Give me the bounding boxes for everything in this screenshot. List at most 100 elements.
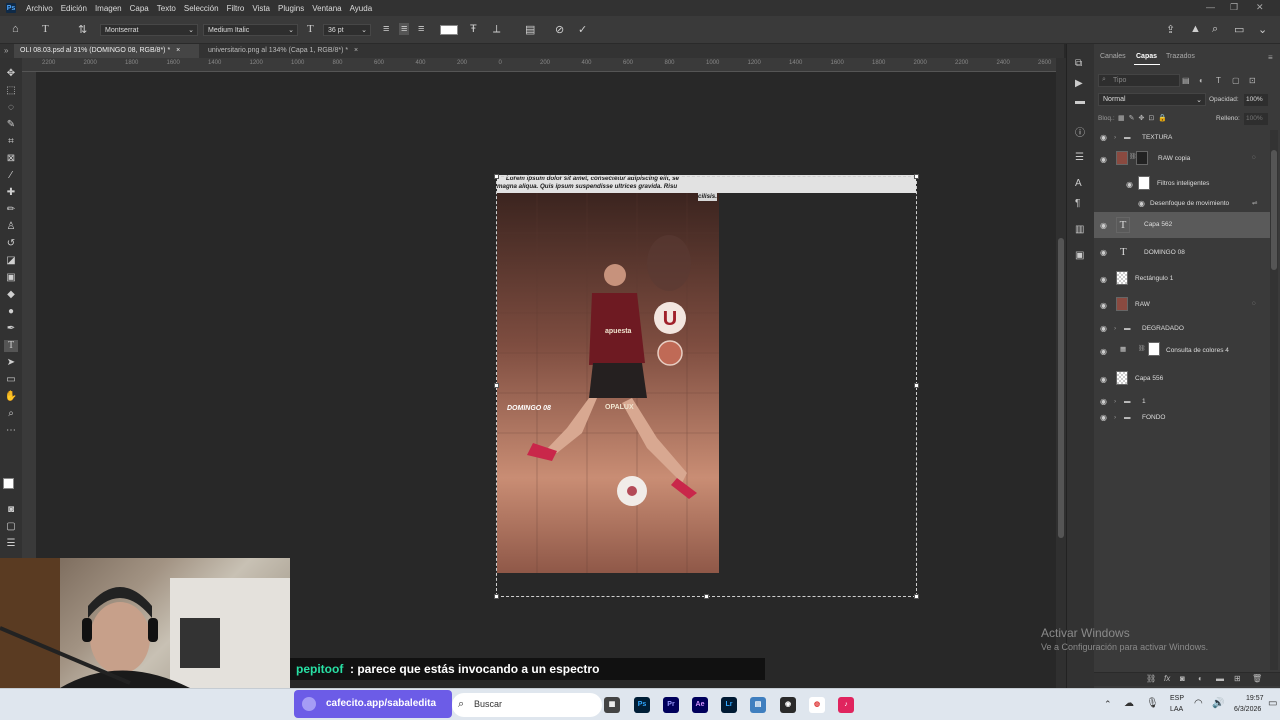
layer-style-icon[interactable]: fx bbox=[1164, 674, 1170, 683]
cafecito-link[interactable]: cafecito.app/sabaledita bbox=[326, 698, 436, 709]
clock-time[interactable]: 19:57 bbox=[1246, 695, 1264, 702]
tab-canales[interactable]: Canales bbox=[1100, 53, 1126, 60]
lock-options-icon[interactable]: ▦✎✥⊡🔒 bbox=[1118, 114, 1171, 122]
layer-search-input[interactable]: ⌕ Tipo bbox=[1098, 74, 1180, 87]
font-family-select[interactable]: Montserrat ⌄ bbox=[100, 24, 198, 36]
menu-imagen[interactable]: Imagen bbox=[91, 4, 126, 13]
quick-select-tool-icon[interactable]: ✎ bbox=[4, 119, 18, 131]
filter-pixel-icon[interactable]: ▤ bbox=[1182, 76, 1190, 85]
language-top[interactable]: ESP bbox=[1170, 695, 1184, 702]
eye-icon[interactable]: ◉ bbox=[1100, 347, 1107, 356]
menu-seleccion[interactable]: Selección bbox=[180, 4, 223, 13]
transform-handle[interactable] bbox=[494, 594, 499, 599]
search-icon[interactable]: ⌕ bbox=[1212, 23, 1218, 36]
transform-handle[interactable] bbox=[914, 383, 919, 388]
adjustment-layer-icon[interactable]: ◐ bbox=[1198, 674, 1203, 683]
libraries-icon[interactable]: ▥ bbox=[1075, 224, 1084, 235]
cancel-icon[interactable]: ⊘ bbox=[555, 23, 564, 36]
share-icon[interactable]: ⇪ bbox=[1166, 23, 1175, 36]
chevron-right-icon[interactable]: › bbox=[1114, 134, 1116, 141]
eye-icon[interactable]: ◉ bbox=[1100, 133, 1107, 142]
menu-texto[interactable]: Texto bbox=[153, 4, 180, 13]
menu-vista[interactable]: Vista bbox=[248, 4, 274, 13]
collapse-arrows-icon[interactable]: » bbox=[4, 46, 8, 55]
transform-handle[interactable] bbox=[494, 383, 499, 388]
app-obs-icon[interactable]: ◉ bbox=[780, 697, 796, 713]
tab-oli-psd[interactable]: OLI 08.03.psd al 31% (DOMINGO 08, RGB/8*… bbox=[14, 44, 199, 58]
pen-tool-icon[interactable]: ✒ bbox=[4, 323, 18, 335]
canvas-scrollbar[interactable] bbox=[1056, 58, 1066, 688]
commit-icon[interactable]: ✓ bbox=[578, 23, 587, 36]
lasso-tool-icon[interactable]: ◌ bbox=[4, 102, 18, 114]
layer-rectangulo-1[interactable]: ◉ Rectángulo 1 bbox=[1094, 268, 1268, 290]
marquee-tool-icon[interactable]: ⬚ bbox=[4, 85, 18, 97]
eye-icon[interactable]: ◉ bbox=[1138, 199, 1145, 208]
menu-capa[interactable]: Capa bbox=[126, 4, 153, 13]
filter-options-icon[interactable]: ⇌ bbox=[1252, 199, 1257, 207]
screen-mode-icon[interactable]: ▢ bbox=[4, 521, 18, 533]
new-layer-icon[interactable]: ⊞ bbox=[1234, 674, 1241, 683]
eye-icon[interactable]: ◉ bbox=[1100, 397, 1107, 406]
tab-universitario[interactable]: universitario.png al 134% (Capa 1, RGB/8… bbox=[202, 44, 382, 58]
text-orientation-icon[interactable]: ⇅ bbox=[78, 23, 87, 36]
move-tool-icon[interactable]: ✥ bbox=[4, 68, 18, 80]
eye-icon[interactable]: ◉ bbox=[1100, 221, 1107, 230]
type-tool-icon[interactable]: T bbox=[4, 340, 18, 352]
eye-icon[interactable]: ◉ bbox=[1100, 324, 1107, 333]
app-after-effects[interactable]: Ae bbox=[692, 697, 708, 713]
minimize-icon[interactable]: — bbox=[1206, 2, 1215, 12]
tab-capas[interactable]: Capas bbox=[1136, 53, 1157, 60]
workspace-icon[interactable]: ▭ bbox=[1234, 23, 1244, 36]
filter-smart-icon[interactable]: ⊡ bbox=[1249, 76, 1256, 85]
transform-handle[interactable] bbox=[914, 594, 919, 599]
eye-icon[interactable]: ◉ bbox=[1100, 413, 1107, 422]
font-size-select[interactable]: 36 pt ⌄ bbox=[323, 24, 371, 36]
menu-ayuda[interactable]: Ayuda bbox=[346, 4, 377, 13]
language-bottom[interactable]: LAA bbox=[1170, 706, 1183, 713]
layer-filtros-inteligentes[interactable]: ◉ Filtros inteligentes bbox=[1094, 174, 1268, 194]
foreground-color-swatch[interactable] bbox=[3, 478, 14, 489]
link-layers-icon[interactable]: ⛓ bbox=[1146, 674, 1156, 683]
menu-archivo[interactable]: Archivo bbox=[22, 4, 57, 13]
history-icon[interactable]: ⧉ bbox=[1075, 58, 1082, 69]
stamp-tool-icon[interactable]: ♙ bbox=[4, 221, 18, 233]
layers-scrollbar[interactable] bbox=[1270, 130, 1278, 670]
3d-text-icon[interactable]: ⟂ bbox=[493, 23, 500, 36]
home-icon[interactable]: ⌂ bbox=[12, 23, 19, 35]
microphone-icon[interactable]: 🎙 bbox=[1146, 698, 1159, 709]
layer-desenfoque[interactable]: ◉ Desenfoque de movimiento ⇌ bbox=[1094, 197, 1268, 209]
warp-text-icon[interactable]: Ŧ bbox=[470, 23, 477, 35]
layer-group-1[interactable]: ◉ › ▬ 1 bbox=[1094, 394, 1268, 408]
text-layer-box[interactable]: Lorem ipsum dolor sit amet, consectetur … bbox=[497, 175, 916, 193]
new-group-icon[interactable]: ▬ bbox=[1216, 674, 1224, 683]
paragraph-icon[interactable]: ¶ bbox=[1075, 198, 1080, 209]
menu-plugins[interactable]: Plugins bbox=[274, 4, 308, 13]
fill-input[interactable]: 100% bbox=[1244, 113, 1268, 125]
layer-textura[interactable]: ◉ › ▬ TEXTURA bbox=[1094, 130, 1268, 144]
transform-handle[interactable] bbox=[914, 174, 919, 179]
gradient-tool-icon[interactable]: ▣ bbox=[4, 272, 18, 284]
menu-filtro[interactable]: Filtro bbox=[223, 4, 249, 13]
eye-icon[interactable]: ◉ bbox=[1100, 155, 1107, 164]
eye-icon[interactable]: ◉ bbox=[1100, 275, 1107, 284]
actions-play-icon[interactable]: ▶ bbox=[1075, 78, 1083, 89]
frame-tool-icon[interactable]: ⊠ bbox=[4, 153, 18, 165]
add-mask-icon[interactable]: ◙ bbox=[1180, 674, 1185, 683]
chrome-icon[interactable]: ◍ bbox=[809, 697, 825, 713]
path-select-tool-icon[interactable]: ➤ bbox=[4, 357, 18, 369]
transform-handle[interactable] bbox=[494, 174, 499, 179]
filter-adjust-icon[interactable]: ◐ bbox=[1199, 76, 1204, 85]
character-icon[interactable]: A bbox=[1075, 178, 1082, 189]
layer-raw-copia[interactable]: ◉ ⛓ RAW copia ◌ bbox=[1094, 147, 1268, 171]
eye-icon[interactable]: ◉ bbox=[1100, 375, 1107, 384]
close-icon[interactable]: ✕ bbox=[1256, 2, 1264, 13]
tab-trazados[interactable]: Trazados bbox=[1166, 53, 1195, 60]
text-color-swatch[interactable] bbox=[440, 25, 458, 35]
chevron-right-icon[interactable]: › bbox=[1114, 325, 1116, 332]
delete-layer-icon[interactable]: 🗑 bbox=[1252, 674, 1262, 683]
eraser-tool-icon[interactable]: ◪ bbox=[4, 255, 18, 267]
eyedropper-tool-icon[interactable]: ⁄ bbox=[4, 170, 18, 182]
blend-mode-select[interactable]: Normal ⌄ bbox=[1098, 93, 1206, 106]
app-files-icon[interactable]: ▤ bbox=[750, 697, 766, 713]
layer-degradado[interactable]: ◉ › ▬ DEGRADADO bbox=[1094, 321, 1268, 335]
